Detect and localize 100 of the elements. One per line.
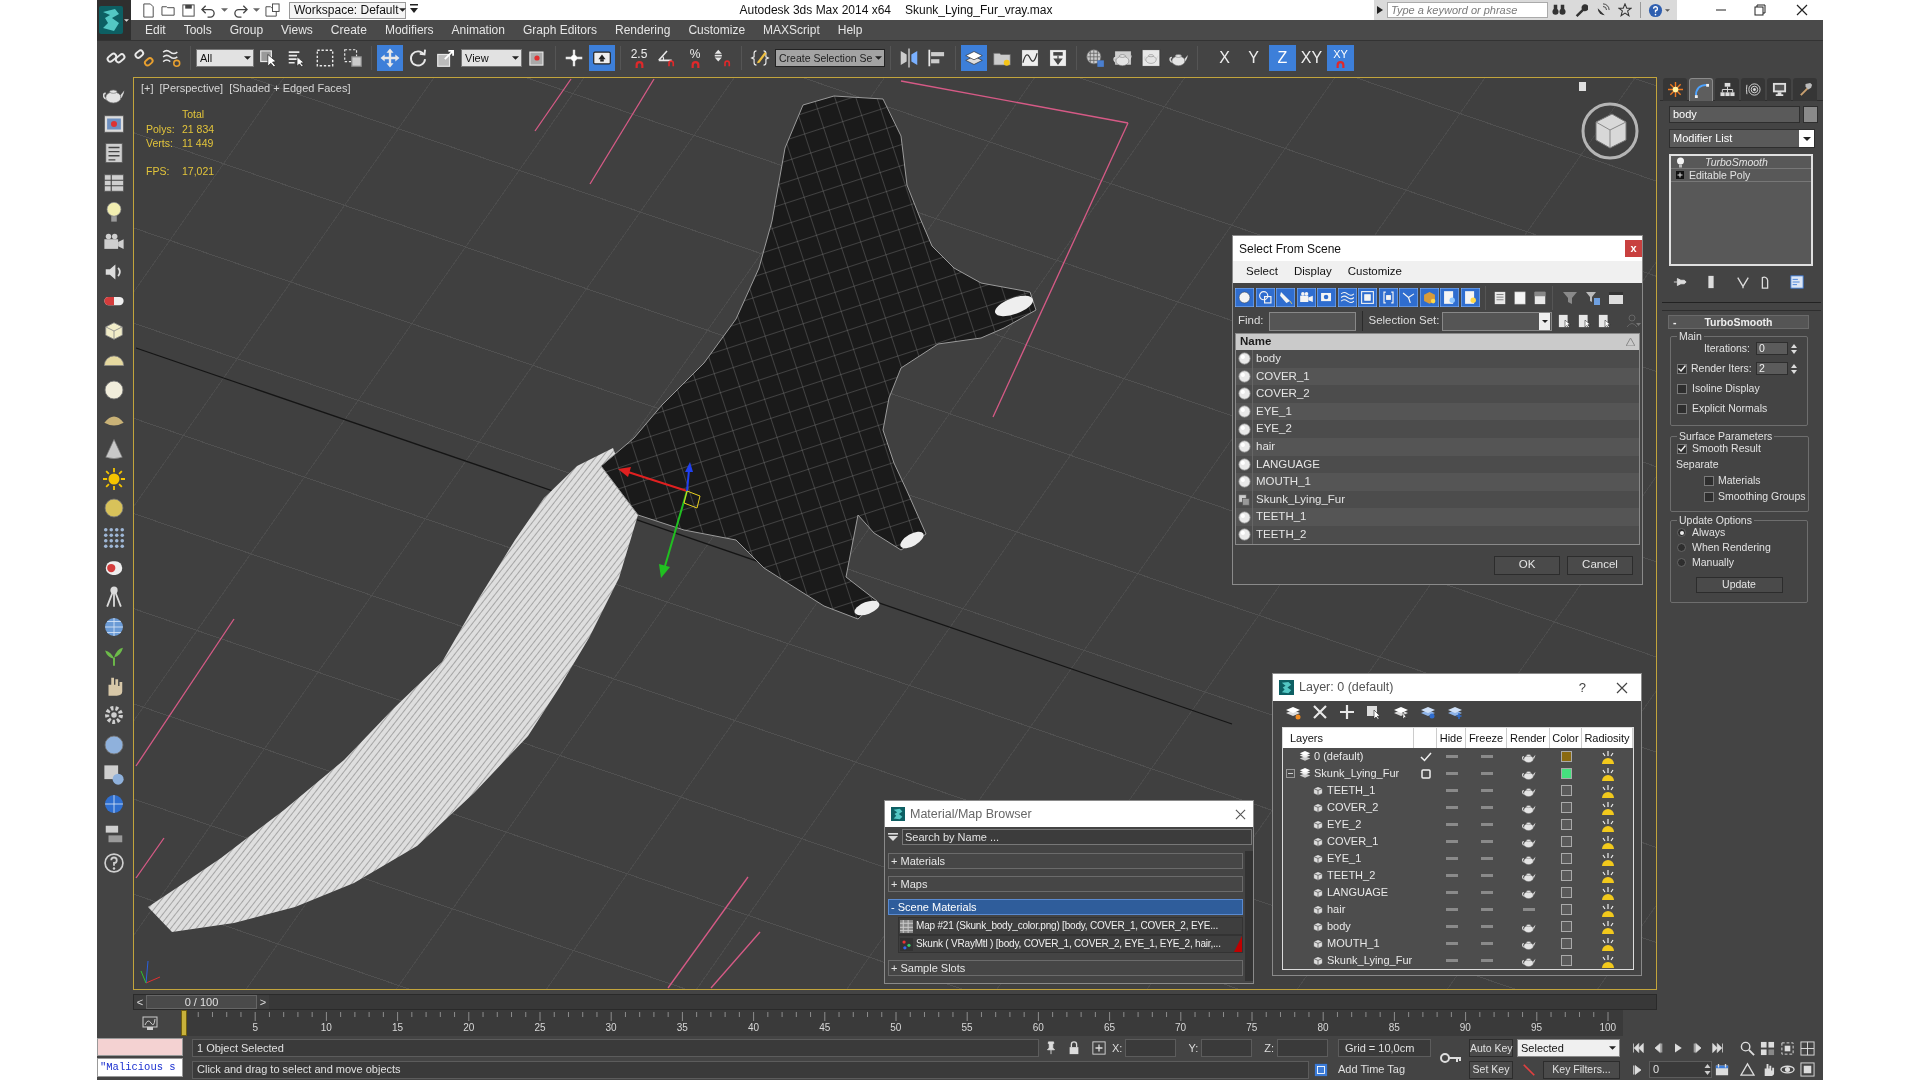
dash-icon[interactable] <box>1445 959 1458 962</box>
dash-icon[interactable] <box>1445 806 1458 809</box>
dash-icon[interactable] <box>1480 840 1493 843</box>
modifier-stack-item[interactable]: Editable Poly <box>1671 169 1811 182</box>
menu-item[interactable]: Graph Editors <box>513 24 606 36</box>
document-icon[interactable] <box>1440 288 1459 307</box>
collapse-icon[interactable] <box>1286 769 1295 778</box>
go-to-end-icon[interactable] <box>1711 1042 1725 1054</box>
color-swatch-icon[interactable] <box>1560 785 1572 796</box>
current-frame-field[interactable]: 0 <box>1649 1061 1712 1078</box>
triangle-icon[interactable] <box>1740 1062 1755 1077</box>
previous-frame-button[interactable]: < <box>134 995 146 1009</box>
dash-icon[interactable] <box>1480 857 1493 860</box>
color-swatch-icon[interactable] <box>1560 853 1572 864</box>
menu-item[interactable]: Select <box>1246 266 1278 278</box>
gear-icon[interactable] <box>102 704 125 727</box>
layers-icon[interactable] <box>961 45 987 71</box>
view-cube-icon[interactable] <box>1581 102 1639 160</box>
listener-input-field[interactable] <box>97 1038 183 1056</box>
spotlight-icon[interactable] <box>1276 288 1295 307</box>
sunrise-icon[interactable] <box>1599 953 1616 968</box>
square-circle-icon[interactable] <box>102 763 125 786</box>
sunrise-icon[interactable] <box>1599 902 1616 917</box>
menu-item[interactable]: Display <box>1293 266 1332 278</box>
curve-window-icon[interactable] <box>141 1015 159 1031</box>
dash-icon[interactable] <box>1480 942 1493 945</box>
star-icon[interactable] <box>1618 3 1632 17</box>
color-swatch-icon[interactable] <box>1560 819 1572 830</box>
sunrise-icon[interactable] <box>1599 817 1616 832</box>
picture-icon[interactable] <box>102 112 125 135</box>
nested-squares-icon[interactable] <box>1358 288 1377 307</box>
dash-icon[interactable] <box>1445 772 1458 775</box>
dash-icon[interactable] <box>1445 925 1458 928</box>
coordinate-field[interactable] <box>1125 1039 1177 1057</box>
command-panel-tab[interactable] <box>1663 78 1687 101</box>
dash-icon[interactable] <box>1445 840 1458 843</box>
wrench-icon[interactable] <box>1574 3 1588 17</box>
scrollbar[interactable] <box>1245 851 1253 981</box>
sphere-icon[interactable] <box>102 734 125 757</box>
viewport-label-menu[interactable]: [Perspective] <box>159 83 224 94</box>
command-panel-tab[interactable] <box>1767 78 1791 101</box>
lock-icon[interactable] <box>1067 1041 1081 1055</box>
dash-icon[interactable] <box>1480 959 1493 962</box>
snap-toggle-button[interactable]: % <box>682 45 708 71</box>
square-icon[interactable] <box>1420 768 1431 779</box>
axis-constraint-button[interactable]: Y <box>1240 45 1267 71</box>
category-header[interactable]: + Materials <box>888 853 1243 869</box>
modifier-list-dropdown[interactable]: Modifier List <box>1669 129 1815 148</box>
checkbox[interactable] <box>1677 403 1687 414</box>
time-slider-track[interactable]: < 0 / 100 > <box>133 994 1657 1010</box>
sunrise-icon[interactable] <box>1599 800 1616 815</box>
binoculars-icon[interactable] <box>1552 3 1566 17</box>
dialog-button[interactable]: Cancel <box>1567 555 1633 575</box>
sunrise-icon[interactable] <box>1599 885 1616 900</box>
object-row[interactable]: TEETH_1 <box>1236 508 1639 526</box>
search-field[interactable]: Search by Name ... <box>902 828 1252 845</box>
listener-output-field[interactable]: "Malicious s <box>97 1058 183 1077</box>
object-row[interactable]: MOUTH_1 <box>1236 473 1639 491</box>
coordinate-field[interactable] <box>1201 1039 1253 1057</box>
column-header[interactable]: Color <box>1550 728 1582 748</box>
selection-set-dropdown[interactable] <box>1442 311 1552 331</box>
dash-icon[interactable] <box>1480 789 1493 792</box>
menu-item[interactable]: Customize <box>679 24 755 36</box>
object-row[interactable]: body <box>1283 918 1633 935</box>
dropdown[interactable]: Create Selection Se <box>775 49 885 67</box>
material-entry[interactable]: Map #21 (Skunk_body_color.png) [body, COVER_1, COVER_2, EYE... <box>898 917 1243 935</box>
color-swatch-icon[interactable] <box>1803 106 1818 123</box>
list-icon[interactable] <box>102 142 125 165</box>
sphere-icon[interactable] <box>1235 288 1254 307</box>
layer-row[interactable]: 0 (default) <box>1283 748 1633 765</box>
add-icon[interactable] <box>1339 704 1355 720</box>
dash-icon[interactable] <box>1445 755 1458 758</box>
dash-icon[interactable] <box>1480 755 1493 758</box>
four-squares-icon[interactable] <box>1760 1040 1775 1056</box>
save-icon[interactable] <box>181 2 196 18</box>
color-swatch-icon[interactable] <box>1560 836 1572 847</box>
globe-icon[interactable] <box>102 615 125 638</box>
column-header[interactable]: Layers <box>1283 728 1414 748</box>
name-column-header[interactable]: Name <box>1236 334 1639 350</box>
branch-icon[interactable] <box>1399 288 1418 307</box>
add-time-tag-button[interactable]: Add Time Tag <box>1338 1064 1406 1075</box>
layer-row[interactable]: Skunk_Lying_Fur <box>1283 765 1633 782</box>
dropdown[interactable]: All <box>196 49 254 67</box>
sun-icon[interactable] <box>102 467 125 490</box>
close-button[interactable]: x <box>1625 240 1642 257</box>
object-name-field[interactable]: body <box>1669 106 1800 123</box>
maximize-icon[interactable] <box>1800 1062 1815 1077</box>
sphere-icon[interactable] <box>102 497 125 520</box>
radio-button[interactable] <box>1677 528 1686 537</box>
category-header[interactable]: + Sample Slots <box>888 960 1243 976</box>
restore-icon[interactable] <box>1754 4 1766 16</box>
filter-square-icon[interactable] <box>1584 289 1601 306</box>
spinner-arrows-icon[interactable] <box>1790 362 1798 375</box>
sprout-icon[interactable] <box>102 645 125 668</box>
menu-item[interactable]: Create <box>321 24 376 36</box>
framed-square-icon[interactable] <box>1314 1062 1328 1077</box>
key-icon[interactable] <box>1440 1052 1462 1064</box>
category-header[interactable]: + Maps <box>888 876 1243 892</box>
column-header[interactable]: Radiosity <box>1582 728 1633 748</box>
material-entry[interactable]: Skunk ( VRayMtl ) [body, COVER_1, COVER_2, EYE_1, EYE_2, hair,... <box>898 935 1243 953</box>
